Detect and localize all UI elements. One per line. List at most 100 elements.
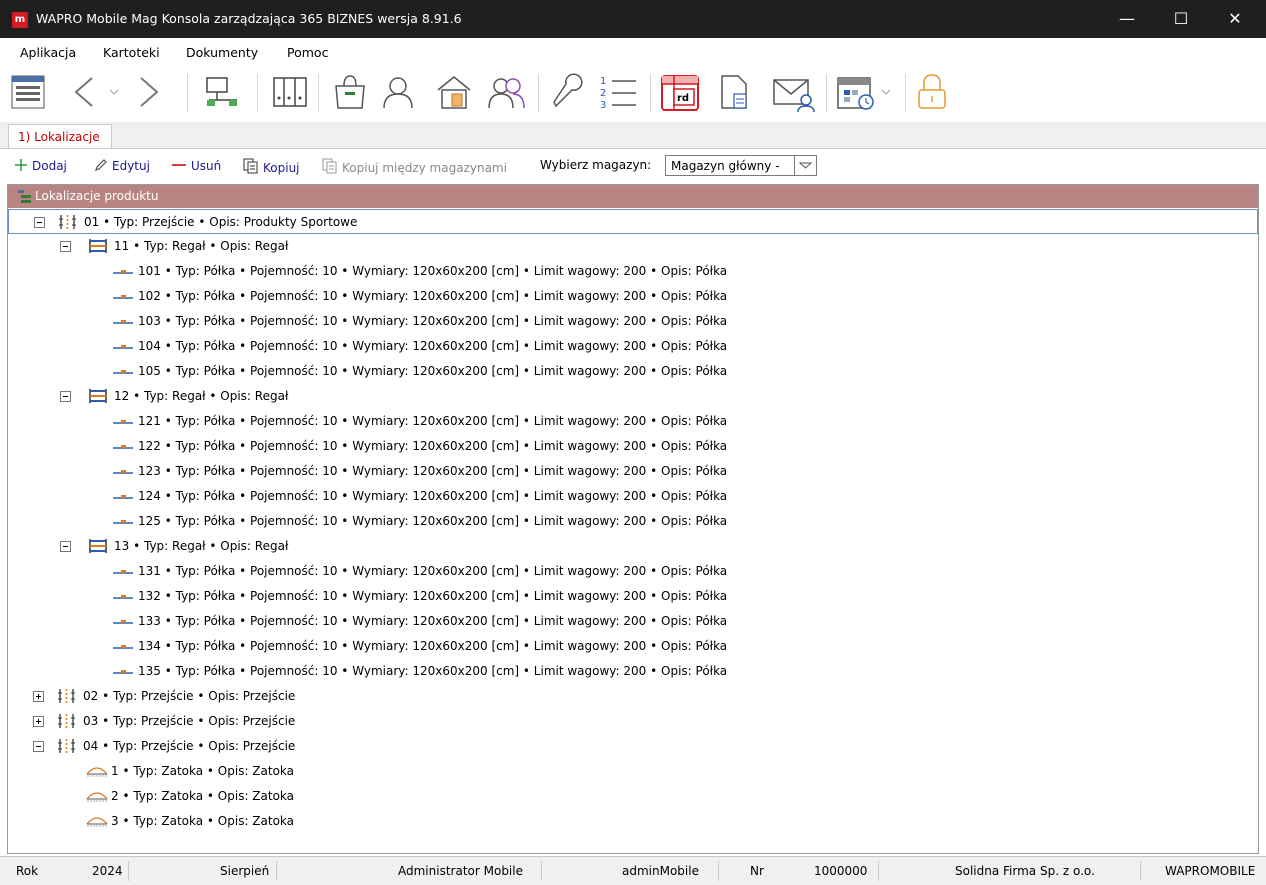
user-icon[interactable] [378,72,418,114]
tree-row-label: 121 • Typ: Półka • Pojemność: 10 • Wymia… [138,414,728,428]
collapse-icon[interactable] [60,541,71,552]
tree-row[interactable]: 105 • Typ: Półka • Pojemność: 10 • Wymia… [8,359,1258,384]
tree-row[interactable]: 135 • Typ: Półka • Pojemność: 10 • Wymia… [8,659,1258,684]
binders-icon[interactable] [270,72,310,114]
tree-row[interactable]: 11 • Typ: Regał • Opis: Regał [8,234,1258,259]
warehouse-select-label: Wybierz magazyn: [540,158,652,172]
mail-user-icon[interactable] [772,72,816,114]
tree-row[interactable]: 121 • Typ: Półka • Pojemność: 10 • Wymia… [8,409,1258,434]
delete-button[interactable]: Usuń [171,158,221,173]
expand-icon[interactable] [33,716,44,727]
toolbar-separator [538,74,539,112]
tree-row-label: 01 • Typ: Przejście • Opis: Produkty Spo… [84,215,358,229]
tree-row[interactable]: 101 • Typ: Półka • Pojemność: 10 • Wymia… [8,259,1258,284]
location-tree[interactable]: Lokalizacje produktu 01 • Typ: Przejście… [7,184,1259,854]
tree-row[interactable]: 132 • Typ: Półka • Pojemność: 10 • Wymia… [8,584,1258,609]
lock-icon[interactable] [915,72,949,114]
delete-label: Usuń [191,159,222,173]
tree-row[interactable]: 123 • Typ: Półka • Pojemność: 10 • Wymia… [8,459,1258,484]
tree-row[interactable]: 104 • Typ: Półka • Pojemność: 10 • Wymia… [8,334,1258,359]
tree-row-label: 12 • Typ: Regał • Opis: Regał [114,389,289,403]
tree-row[interactable]: 02 • Typ: Przejście • Opis: Przejście [8,684,1258,709]
status-year-label: Rok [16,864,39,878]
expand-icon[interactable] [33,691,44,702]
calendar-icon[interactable] [836,72,896,114]
toolbar-separator [318,74,319,112]
collapse-icon[interactable] [33,741,44,752]
collapse-icon[interactable] [60,391,71,402]
menu-dokumenty[interactable]: Dokumenty [186,45,258,60]
shopping-bag-icon[interactable] [330,72,370,114]
rack-icon [88,239,108,256]
toolbar-separator [187,74,188,112]
shelf-icon [112,264,134,281]
tree-row-label: 135 • Typ: Półka • Pojemność: 10 • Wymia… [138,664,728,678]
tree-row[interactable]: 13 • Typ: Regał • Opis: Regał [8,534,1258,559]
report-icon-text: rd [677,93,689,104]
document-icon[interactable] [716,72,756,114]
menu-pomoc[interactable]: Pomoc [287,45,328,60]
report-icon[interactable]: rd [660,72,700,114]
shelf-icon [112,489,134,506]
tab-lokalizacje[interactable]: 1) Lokalizacje [8,124,112,149]
tree-row[interactable]: 04 • Typ: Przejście • Opis: Przejście [8,734,1258,759]
app-window: m WAPRO Mobile Mag Konsola zarządzająca … [0,0,1266,885]
tree-row-label: 131 • Typ: Półka • Pojemność: 10 • Wymia… [138,564,728,578]
warehouse-select-value: Magazyn główny - [671,159,780,173]
tree-row[interactable]: 2 • Typ: Zatoka • Opis: Zatoka [8,784,1258,809]
back-arrow-icon[interactable] [70,72,120,114]
app-logo-icon: m [12,12,28,28]
status-nr: 1000000 [814,864,868,878]
bay-icon [86,789,108,806]
tree-row[interactable]: 133 • Typ: Półka • Pojemność: 10 • Wymia… [8,609,1258,634]
tree-row-label: 133 • Typ: Półka • Pojemność: 10 • Wymia… [138,614,728,628]
tree-row[interactable]: 122 • Typ: Półka • Pojemność: 10 • Wymia… [8,434,1258,459]
rack-icon [88,389,108,406]
chevron-down-icon[interactable] [794,156,816,175]
tree-row[interactable]: 125 • Typ: Półka • Pojemność: 10 • Wymia… [8,509,1258,534]
minimize-button[interactable]: — [1104,0,1150,38]
close-button[interactable]: ✕ [1212,0,1258,38]
collapse-icon[interactable] [34,217,45,228]
tree-row[interactable]: 01 • Typ: Przejście • Opis: Produkty Spo… [8,209,1258,234]
forward-arrow-icon[interactable] [135,72,165,114]
add-button[interactable]: Dodaj [14,158,67,173]
status-nr-label: Nr [750,864,764,878]
tree-row[interactable]: 3 • Typ: Zatoka • Opis: Zatoka [8,809,1258,834]
tree-row-label: 103 • Typ: Półka • Pojemność: 10 • Wymia… [138,314,728,328]
copy-between-warehouses-button[interactable]: Kopiuj między magazynami [322,158,507,175]
menu-kartoteki[interactable]: Kartoteki [103,45,160,60]
maximize-button[interactable]: ☐ [1158,0,1204,38]
toolbar-separator [905,74,906,112]
tree-row[interactable]: 124 • Typ: Półka • Pojemność: 10 • Wymia… [8,484,1258,509]
window-title: WAPRO Mobile Mag Konsola zarządzająca 36… [36,11,462,26]
tree-row[interactable]: 134 • Typ: Półka • Pojemność: 10 • Wymia… [8,634,1258,659]
tree-row[interactable]: 12 • Typ: Regał • Opis: Regał [8,384,1258,409]
tree-row[interactable]: 103 • Typ: Półka • Pojemność: 10 • Wymia… [8,309,1258,334]
shelf-icon [112,514,134,531]
tree-row-label: 11 • Typ: Regał • Opis: Regał [114,239,289,253]
tree-row[interactable]: 03 • Typ: Przejście • Opis: Przejście [8,709,1258,734]
tree-row-label: 122 • Typ: Półka • Pojemność: 10 • Wymia… [138,439,728,453]
wrench-icon[interactable] [548,72,588,114]
warehouse-select[interactable]: Magazyn główny - [665,155,817,176]
status-login: adminMobile [622,864,699,878]
tree-row[interactable]: 1 • Typ: Zatoka • Opis: Zatoka [8,759,1258,784]
edit-button[interactable]: Edytuj [94,158,150,173]
copy-button[interactable]: Kopiuj [243,158,300,175]
network-icon[interactable] [203,72,243,114]
menu-aplikacja[interactable]: Aplikacja [20,45,76,60]
svg-text:2: 2 [600,88,606,99]
tree-row[interactable]: 102 • Typ: Półka • Pojemność: 10 • Wymia… [8,284,1258,309]
numbered-list-icon[interactable]: 123 [598,72,638,114]
tree-row-label: 02 • Typ: Przejście • Opis: Przejście [83,689,296,703]
users-icon[interactable] [486,72,526,114]
shelf-icon [112,314,134,331]
tab-strip: 1) Lokalizacje [0,122,1266,149]
window-list-icon[interactable] [10,72,46,114]
minus-icon [172,164,186,166]
warehouse-icon[interactable] [434,72,474,114]
collapse-icon[interactable] [60,241,71,252]
tree-row[interactable]: 131 • Typ: Półka • Pojemność: 10 • Wymia… [8,559,1258,584]
tree-row-label: 124 • Typ: Półka • Pojemność: 10 • Wymia… [138,489,728,503]
